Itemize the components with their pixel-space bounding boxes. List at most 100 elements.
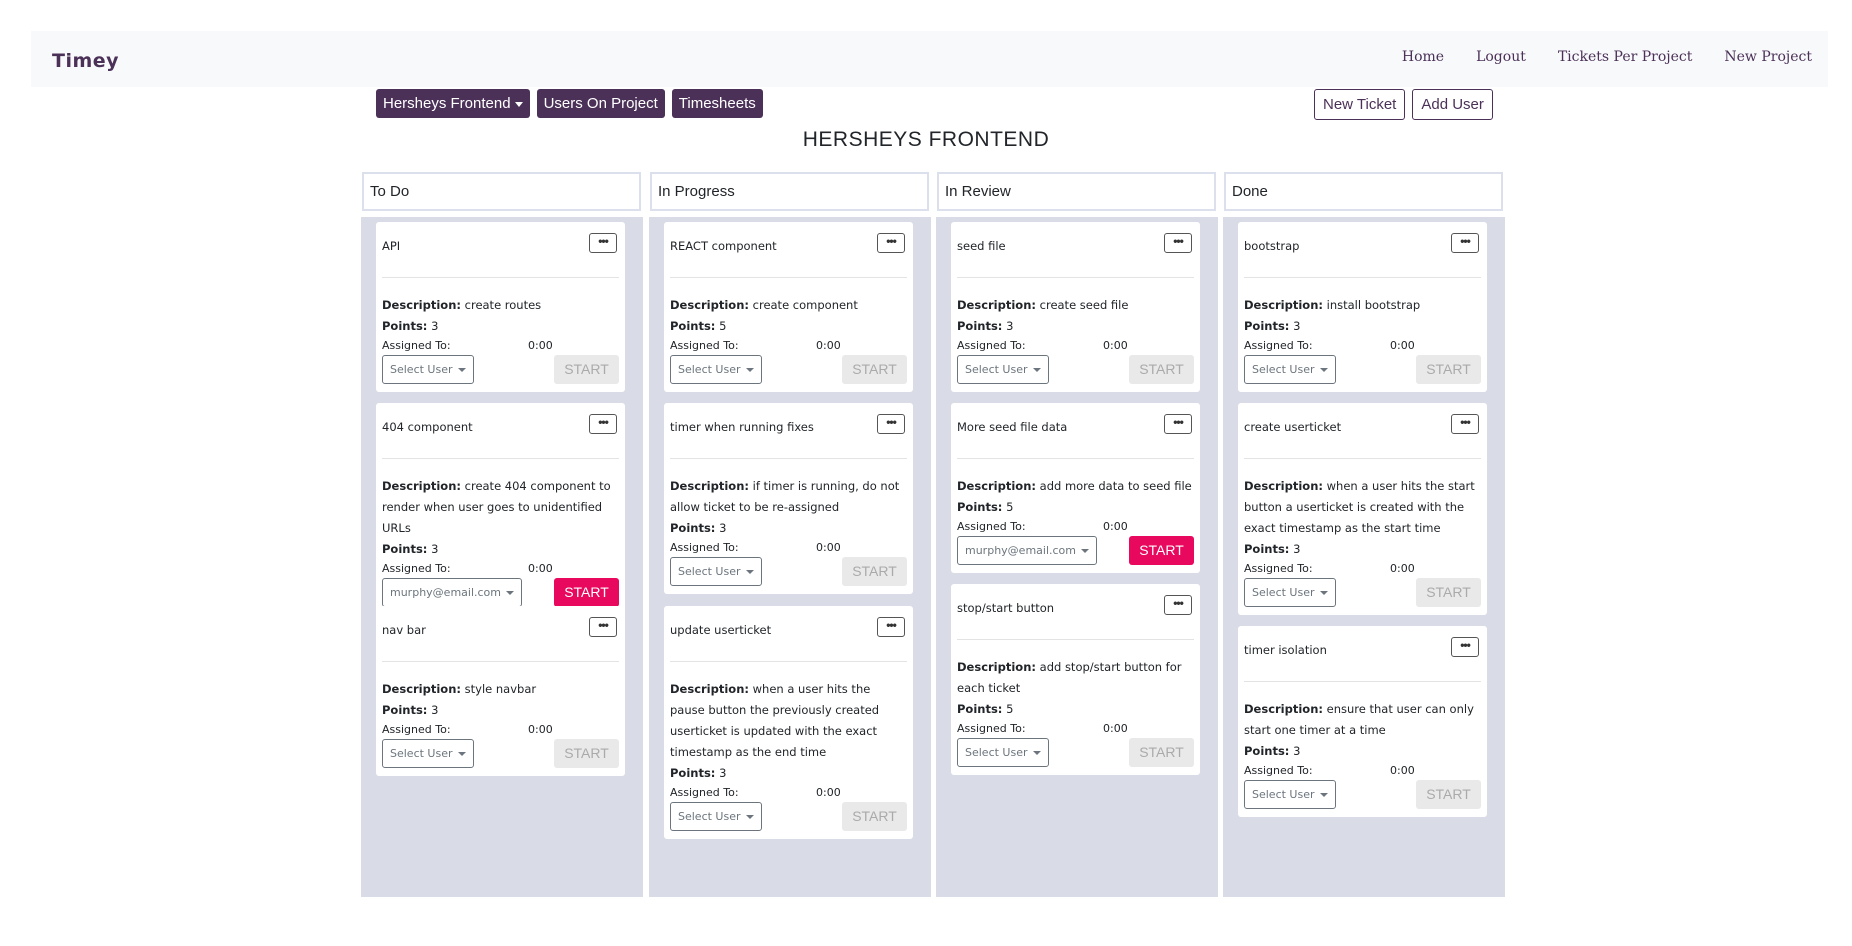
description-label: Description: xyxy=(670,298,749,312)
more-options-icon[interactable]: ••• xyxy=(877,414,905,434)
start-button[interactable]: START xyxy=(554,578,619,607)
select-user-dropdown[interactable]: Select User xyxy=(382,355,474,384)
ticket-card[interactable]: nav bar ••• Description: style navbar Point… xyxy=(376,606,625,776)
ticket-details: Description: create routes Points: 3 Assig… xyxy=(382,295,619,384)
start-button[interactable]: START xyxy=(1416,578,1481,607)
more-options-icon[interactable]: ••• xyxy=(877,233,905,253)
select-user-dropdown[interactable]: Select User xyxy=(670,557,762,586)
ticket-card[interactable]: update userticket ••• Description: when a … xyxy=(664,606,913,839)
start-button[interactable]: START xyxy=(1129,738,1194,767)
ticket-card[interactable]: create userticket ••• Description: when a … xyxy=(1238,403,1487,615)
nav-tickets-per-project-link[interactable]: Tickets Per Project xyxy=(1558,49,1693,65)
ticket-points: Points: 3 xyxy=(382,539,619,560)
ticket-description: Description: style navbar xyxy=(382,679,619,700)
more-options-icon[interactable]: ••• xyxy=(1164,233,1192,253)
more-options-icon[interactable]: ••• xyxy=(1451,637,1479,657)
ticket-card[interactable]: REACT component ••• Description: create co… xyxy=(664,222,913,392)
ticket-points: Points: 3 xyxy=(1244,316,1481,337)
ticket-card[interactable]: More seed file data ••• Description: add m… xyxy=(951,403,1200,573)
start-button[interactable]: START xyxy=(842,557,907,586)
assigned-user-value: murphy@email.com xyxy=(390,586,501,599)
more-options-icon[interactable]: ••• xyxy=(589,617,617,637)
points-value: 3 xyxy=(719,521,727,535)
more-options-icon[interactable]: ••• xyxy=(589,233,617,253)
select-user-dropdown[interactable]: Select User xyxy=(1244,780,1336,809)
description-text: create routes xyxy=(464,298,542,312)
more-options-icon[interactable]: ••• xyxy=(1451,414,1479,434)
ticket-title: stop/start button xyxy=(957,601,1055,615)
ticket-card[interactable]: API ••• Description: create routes Points: … xyxy=(376,222,625,392)
new-ticket-button[interactable]: New Ticket xyxy=(1314,89,1406,120)
points-value: 3 xyxy=(719,766,727,780)
ticket-title: timer isolation xyxy=(1244,643,1327,657)
select-user-dropdown[interactable]: Select User xyxy=(1244,355,1336,384)
ticket-controls: murphy@email.com START xyxy=(382,578,619,607)
ticket-controls: Select User START xyxy=(670,557,907,586)
points-value: 5 xyxy=(719,319,727,333)
select-user-dropdown[interactable]: Select User xyxy=(670,802,762,831)
ticket-card[interactable]: timer when running fixes ••• Description: … xyxy=(664,403,913,594)
ticket-title: API xyxy=(382,239,401,253)
assign-row: Assigned To: 0:00 xyxy=(1244,337,1481,354)
ticket-card[interactable]: 404 component ••• Description: create 404 … xyxy=(376,403,625,615)
select-user-dropdown[interactable]: Select User xyxy=(382,739,474,768)
ticket-card[interactable]: seed file ••• Description: create seed fil… xyxy=(951,222,1200,392)
more-options-icon[interactable]: ••• xyxy=(877,617,905,637)
ticket-details: Description: add stop/start button for e… xyxy=(957,657,1194,767)
card-divider xyxy=(670,458,907,459)
assigned-user-value: Select User xyxy=(678,565,741,578)
caret-down-icon xyxy=(1081,549,1089,553)
ticket-card[interactable]: stop/start button ••• Description: add sto… xyxy=(951,584,1200,775)
select-user-dropdown[interactable]: Select User xyxy=(1244,578,1336,607)
ticket-points: Points: 5 xyxy=(670,316,907,337)
timer-value: 0:00 xyxy=(1103,520,1128,533)
project-dropdown-button[interactable]: Hersheys Frontend xyxy=(376,89,530,118)
points-label: Points: xyxy=(1244,319,1290,333)
assigned-user-value: murphy@email.com xyxy=(965,544,1076,557)
ticket-card[interactable]: timer isolation ••• Description: ensure th… xyxy=(1238,626,1487,817)
start-button[interactable]: START xyxy=(842,355,907,384)
select-user-dropdown[interactable]: Select User xyxy=(670,355,762,384)
assigned-user-value: Select User xyxy=(390,747,453,760)
start-button[interactable]: START xyxy=(554,355,619,384)
assigned-to-label: Assigned To: xyxy=(382,562,451,575)
select-user-dropdown[interactable]: Select User xyxy=(957,355,1049,384)
nav-new-project-link[interactable]: New Project xyxy=(1724,49,1812,65)
timesheets-button[interactable]: Timesheets xyxy=(671,89,763,118)
ticket-controls: Select User START xyxy=(382,355,619,384)
column-body: bootstrap ••• Description: install bootstr… xyxy=(1223,217,1505,897)
select-user-dropdown[interactable]: murphy@email.com xyxy=(957,536,1097,565)
ticket-description: Description: add stop/start button for e… xyxy=(957,657,1194,699)
points-label: Points: xyxy=(382,319,428,333)
nav-home-link[interactable]: Home xyxy=(1402,49,1444,65)
ticket-title: timer when running fixes xyxy=(670,420,814,434)
ticket-card[interactable]: bootstrap ••• Description: install bootstr… xyxy=(1238,222,1487,392)
start-button[interactable]: START xyxy=(1129,355,1194,384)
start-button[interactable]: START xyxy=(1416,780,1481,809)
points-value: 3 xyxy=(1293,744,1301,758)
ticket-points: Points: 3 xyxy=(670,518,907,539)
caret-down-icon xyxy=(1319,368,1328,372)
description-text: create seed file xyxy=(1039,298,1129,312)
add-user-button[interactable]: Add User xyxy=(1412,89,1493,120)
more-options-icon[interactable]: ••• xyxy=(589,414,617,434)
timer-value: 0:00 xyxy=(528,723,553,736)
column-body: seed file ••• Description: create seed fil… xyxy=(936,217,1218,897)
more-options-icon[interactable]: ••• xyxy=(1164,414,1192,434)
project-dropdown-label: Hersheys Frontend xyxy=(383,95,511,112)
points-value: 3 xyxy=(1293,319,1301,333)
start-button[interactable]: START xyxy=(842,802,907,831)
select-user-dropdown[interactable]: Select User xyxy=(957,738,1049,767)
start-button[interactable]: START xyxy=(1416,355,1481,384)
more-options-icon[interactable]: ••• xyxy=(1164,595,1192,615)
description-label: Description: xyxy=(382,479,461,493)
description-label: Description: xyxy=(957,298,1036,312)
nav-logout-link[interactable]: Logout xyxy=(1476,49,1526,65)
more-options-icon[interactable]: ••• xyxy=(1451,233,1479,253)
users-on-project-button[interactable]: Users On Project xyxy=(536,89,665,118)
select-user-dropdown[interactable]: murphy@email.com xyxy=(382,578,522,607)
brand-logo[interactable]: Timey xyxy=(52,50,119,72)
ticket-description: Description: create 404 component to ren… xyxy=(382,476,619,539)
start-button[interactable]: START xyxy=(1129,536,1194,565)
start-button[interactable]: START xyxy=(554,739,619,768)
